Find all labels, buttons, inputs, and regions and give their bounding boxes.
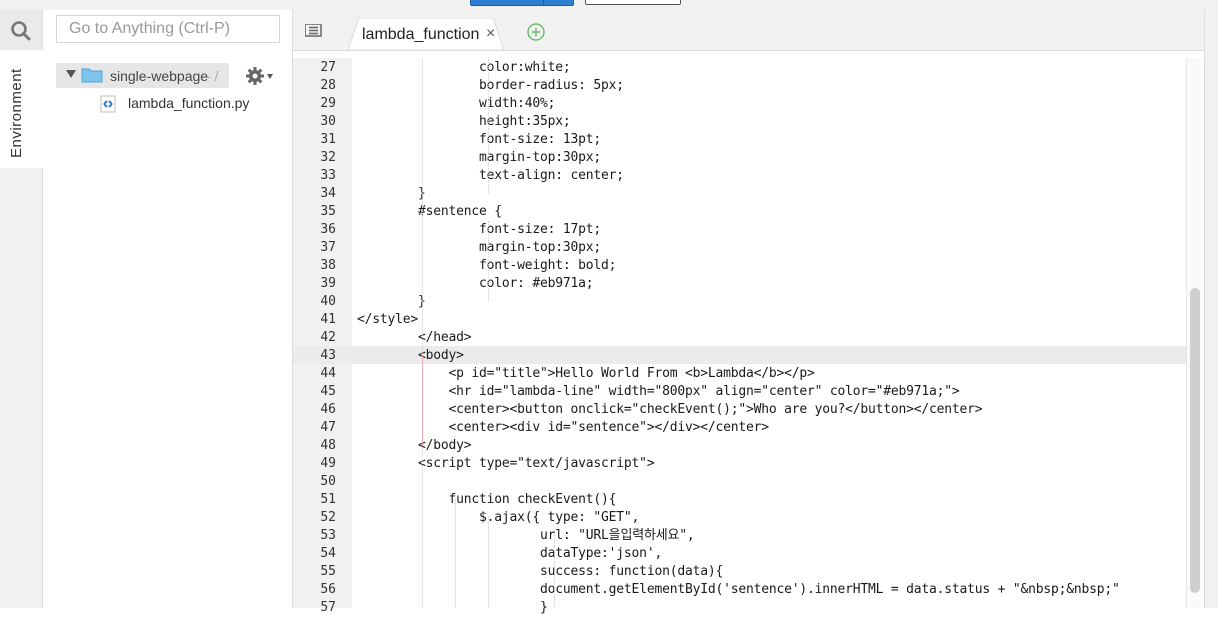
line-number: 49 (320, 456, 336, 471)
line-number: 28 (320, 78, 336, 93)
line-number: 46 (320, 402, 336, 417)
line-number: 35 (320, 204, 336, 219)
line-number: 47 (320, 420, 336, 435)
line-number: 52 (320, 510, 336, 525)
python-file-icon (100, 95, 116, 113)
code-line: <hr id="lambda-line" width="800px" align… (357, 384, 960, 399)
code-line: <p id="title">Hello World From <b>Lambda… (357, 366, 815, 381)
line-number: 37 (320, 240, 336, 255)
line-number: 54 (320, 546, 336, 561)
indent-guide (422, 59, 423, 608)
code-line: dataType:'json', (357, 546, 663, 561)
line-number: 57 (320, 600, 336, 615)
vertical-scrollbar-thumb[interactable] (1190, 288, 1200, 593)
line-number: 40 (320, 294, 336, 309)
code-line: text-align: center; (357, 168, 624, 183)
line-number: 45 (320, 384, 336, 399)
line-number: 44 (320, 366, 336, 381)
line-number: 33 (320, 168, 336, 183)
code-line: } (357, 294, 426, 309)
code-line: <script type="text/javascript"> (357, 456, 655, 471)
right-panel-edge (1204, 10, 1218, 608)
go-to-anything-input[interactable] (56, 15, 280, 43)
line-number: 34 (320, 186, 336, 201)
gear-dropdown-icon[interactable] (267, 74, 273, 79)
search-rail-button[interactable] (0, 10, 42, 50)
line-number: 36 (320, 222, 336, 237)
code-line: margin-top:30px; (357, 240, 602, 255)
line-number: 51 (320, 492, 336, 507)
code-line: $.ajax({ type: "GET", (357, 510, 640, 525)
line-number: 41 (320, 312, 336, 327)
code-line: #sentence { (357, 204, 502, 219)
gear-icon[interactable] (245, 66, 265, 86)
line-number: 43 (320, 348, 336, 363)
indent-guide (488, 517, 489, 608)
toolbar-button[interactable] (585, 0, 681, 5)
line-number: 42 (320, 330, 336, 345)
code-line: </body> (357, 438, 472, 453)
line-number: 27 (320, 60, 336, 75)
code-line: document.getElementById('sentence').inne… (357, 582, 1120, 597)
line-number: 39 (320, 276, 336, 291)
folder-path-suffix: - / (206, 68, 219, 84)
code-line: height:35px; (357, 114, 571, 129)
code-line: <center><button onclick="checkEvent();">… (357, 402, 983, 417)
split-divider (543, 0, 544, 5)
indent-guide (488, 221, 489, 301)
tab-menu-icon[interactable] (305, 24, 323, 38)
toolbar-split-button[interactable] (470, 0, 574, 6)
code-line: </style> (357, 312, 419, 327)
indent-guide (488, 59, 489, 193)
code-line: <body> (357, 348, 464, 363)
chevron-down-icon[interactable] (66, 70, 76, 78)
add-tab-icon[interactable] (526, 22, 546, 42)
code-line: url: "URL을입력하세요", (357, 528, 695, 543)
code-line: </head> (357, 330, 472, 345)
line-number: 50 (320, 474, 336, 489)
code-line: <center><div id="sentence"></div></cente… (357, 420, 770, 435)
line-number: 32 (320, 150, 336, 165)
indent-guide (455, 499, 456, 608)
line-number: 55 (320, 564, 336, 579)
code-line: } (357, 600, 548, 615)
search-icon (11, 21, 31, 41)
file-item-lambda-function[interactable]: lambda_function.py (128, 95, 249, 111)
code-line: color: #eb971a; (357, 276, 594, 291)
code-line: margin-top:30px; (357, 150, 602, 165)
code-line: font-weight: bold; (357, 258, 617, 273)
line-number: 30 (320, 114, 336, 129)
code-line: border-radius: 5px; (357, 78, 624, 93)
code-line: } (357, 186, 426, 201)
code-line: font-size: 13pt; (357, 132, 602, 147)
folder-label: single-webpage (110, 68, 209, 84)
folder-icon (81, 68, 103, 83)
line-number: 56 (320, 582, 336, 597)
line-number: 53 (320, 528, 336, 543)
code-line: font-size: 17pt; (357, 222, 602, 237)
code-line: color:white; (357, 60, 571, 75)
line-number: 31 (320, 132, 336, 147)
environment-tab-label: Environment (8, 68, 25, 158)
code-line: width:40%; (357, 96, 556, 111)
tab-label: lambda_function (362, 26, 480, 43)
code-line: success: function(data){ (357, 564, 724, 579)
close-icon[interactable]: × (486, 25, 495, 43)
indent-guide (422, 355, 423, 445)
line-number: 48 (320, 438, 336, 453)
indent-guide (554, 535, 555, 608)
line-number: 38 (320, 258, 336, 273)
code-line: function checkEvent(){ (357, 492, 617, 507)
line-number: 29 (320, 96, 336, 111)
